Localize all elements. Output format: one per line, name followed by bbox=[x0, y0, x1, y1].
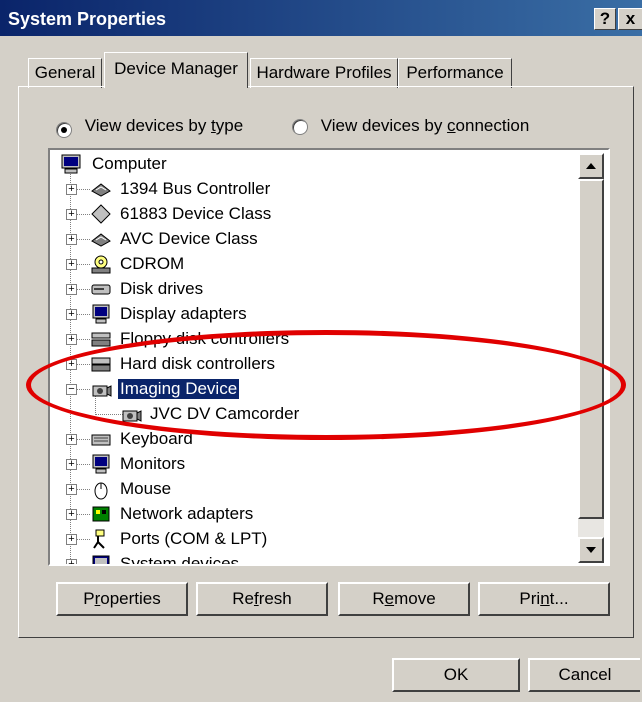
radio-view-by-connection[interactable]: View devices by connection bbox=[292, 116, 529, 136]
expand-icon[interactable]: + bbox=[66, 534, 77, 545]
remove-button[interactable]: Remove bbox=[338, 582, 470, 616]
tree-item-label: Floppy disk controllers bbox=[120, 329, 290, 348]
expand-icon[interactable]: + bbox=[66, 559, 77, 564]
expand-icon[interactable]: + bbox=[66, 359, 77, 370]
help-button[interactable]: ? bbox=[594, 8, 616, 30]
tree-item-label: 61883 Device Class bbox=[120, 204, 272, 223]
cancel-button[interactable]: Cancel bbox=[528, 658, 640, 692]
print-button[interactable]: Print... bbox=[478, 582, 610, 616]
tree-item-label: Network adapters bbox=[120, 504, 254, 523]
ok-button[interactable]: OK bbox=[392, 658, 520, 692]
computer-icon bbox=[61, 154, 81, 174]
arrow-up-icon bbox=[586, 163, 596, 169]
window-title: System Properties bbox=[8, 9, 167, 29]
bus-controller-icon bbox=[91, 183, 111, 197]
tree-item-label: Imaging Device bbox=[118, 379, 240, 399]
properties-button[interactable]: Properties bbox=[56, 582, 188, 616]
tree-root-label: Computer bbox=[92, 154, 167, 173]
camcorder-icon bbox=[122, 410, 142, 422]
tree-item-label: Disk drives bbox=[120, 279, 204, 298]
radio-view-by-connection-label: View devices by connection bbox=[320, 116, 530, 135]
expand-icon[interactable]: + bbox=[66, 234, 77, 245]
mouse-icon bbox=[94, 482, 108, 500]
tree-item-label: Monitors bbox=[120, 454, 186, 473]
expand-icon[interactable]: + bbox=[66, 484, 77, 495]
monitor-icon bbox=[92, 304, 110, 324]
tree-item-label: Mouse bbox=[120, 479, 172, 498]
device-tree[interactable]: Computer +1394 Bus Controller +61883 Devi… bbox=[48, 148, 610, 566]
expand-icon[interactable]: + bbox=[66, 309, 77, 320]
hard-disk-controller-icon bbox=[91, 357, 111, 372]
tree-connector-line bbox=[70, 564, 90, 565]
keyboard-icon bbox=[91, 434, 111, 446]
tree-item-label: JVC DV Camcorder bbox=[150, 404, 300, 423]
radio-selected-icon[interactable] bbox=[56, 121, 72, 138]
tree-item-label: 1394 Bus Controller bbox=[120, 179, 271, 198]
port-icon bbox=[93, 529, 105, 549]
collapse-icon[interactable]: − bbox=[66, 384, 77, 395]
refresh-button[interactable]: Refresh bbox=[196, 582, 328, 616]
vertical-scrollbar[interactable] bbox=[578, 153, 604, 563]
tab-hardware-profiles[interactable]: Hardware Profiles bbox=[250, 58, 398, 88]
disk-drive-icon bbox=[91, 284, 111, 295]
tab-performance[interactable]: Performance bbox=[398, 58, 512, 88]
tree-item-label: Hard disk controllers bbox=[120, 354, 275, 373]
radio-view-by-type[interactable]: View devices by type bbox=[56, 116, 244, 138]
expand-icon[interactable]: + bbox=[66, 434, 77, 445]
network-adapter-icon bbox=[92, 506, 110, 522]
diamond-device-icon bbox=[91, 204, 111, 224]
floppy-controller-icon bbox=[91, 332, 111, 347]
expand-icon[interactable]: + bbox=[66, 259, 77, 270]
expand-icon[interactable]: + bbox=[66, 209, 77, 220]
scroll-thumb[interactable] bbox=[578, 179, 604, 519]
system-devices-icon bbox=[92, 555, 110, 564]
tree-item-label: CDROM bbox=[120, 254, 185, 273]
expand-icon[interactable]: + bbox=[66, 459, 77, 470]
tab-general[interactable]: General bbox=[28, 58, 102, 88]
cdrom-icon bbox=[91, 255, 111, 274]
expand-icon[interactable]: + bbox=[66, 509, 77, 520]
tree-item-label: Display adapters bbox=[120, 304, 247, 323]
tree-item-label: Keyboard bbox=[120, 429, 193, 448]
scroll-down-button[interactable] bbox=[578, 537, 604, 563]
scroll-up-button[interactable] bbox=[578, 153, 604, 179]
tree-item-label: AVC Device Class bbox=[120, 229, 258, 248]
expand-icon[interactable]: + bbox=[66, 184, 77, 195]
expand-icon[interactable]: + bbox=[66, 284, 77, 295]
title-bar[interactable]: System Properties ? x bbox=[0, 0, 642, 36]
expand-icon[interactable]: + bbox=[66, 334, 77, 345]
radio-view-by-type-label: View devices by type bbox=[84, 116, 244, 135]
tree-item-label: Ports (COM & LPT) bbox=[120, 529, 268, 548]
arrow-down-icon bbox=[586, 547, 596, 553]
imaging-device-icon bbox=[92, 385, 112, 397]
tree-item-label: System devices bbox=[120, 554, 240, 566]
radio-unselected-icon[interactable] bbox=[292, 118, 308, 135]
close-button[interactable]: x bbox=[618, 8, 642, 30]
bus-controller-icon bbox=[91, 233, 111, 247]
monitor-icon bbox=[92, 454, 110, 474]
tab-device-manager[interactable]: Device Manager bbox=[104, 52, 248, 88]
